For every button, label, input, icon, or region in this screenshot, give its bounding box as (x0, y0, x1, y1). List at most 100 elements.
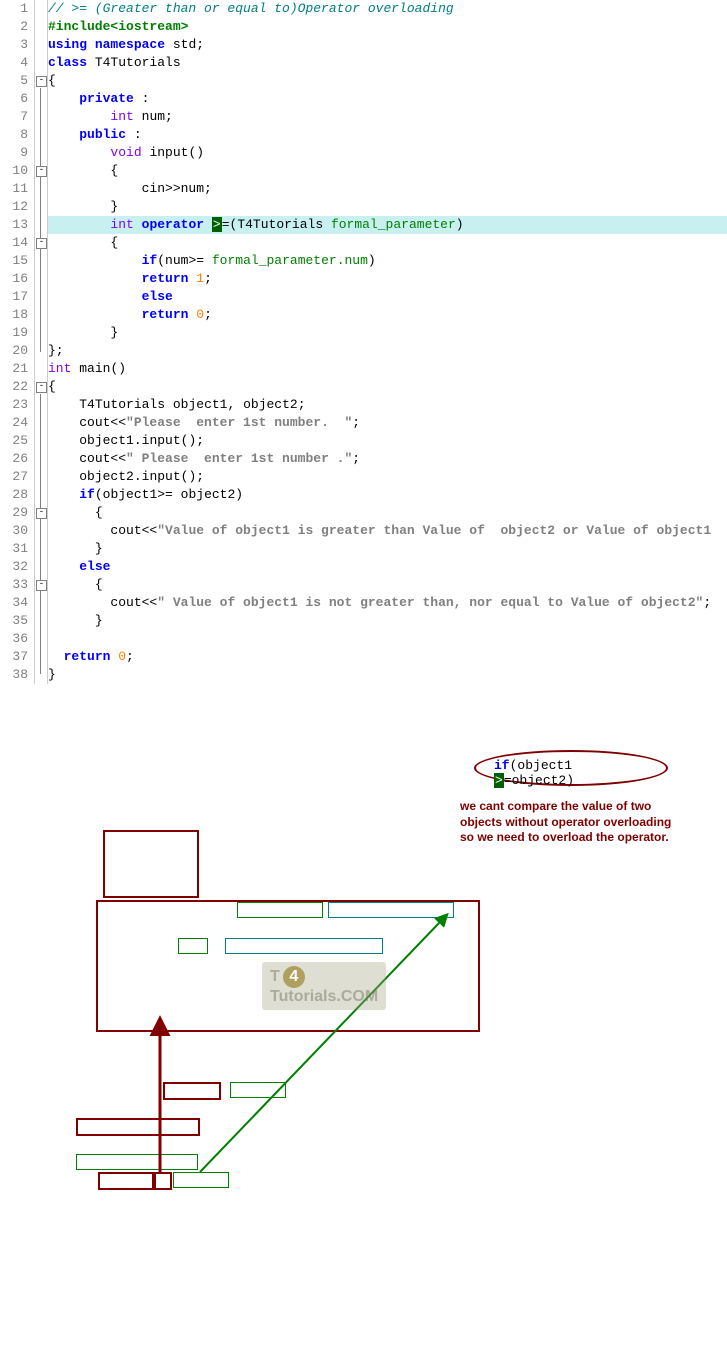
code-line: return 0; (48, 648, 727, 666)
code-line: return 1; (48, 270, 727, 288)
fold-column: - - - - - - (34, 0, 48, 684)
annotation-box-classname (237, 902, 323, 918)
annotation-ellipse-text: if(object1 >=object2) (494, 758, 574, 788)
code-line: else (48, 288, 727, 306)
code-line: int main() (48, 360, 727, 378)
line-number: 32 (0, 558, 28, 576)
line-number: 35 (0, 612, 28, 630)
line-number: 7 (0, 108, 28, 126)
line-number: 13 (0, 216, 28, 234)
code-line: } (48, 198, 727, 216)
line-number: 29 (0, 504, 28, 522)
line-number: 34 (0, 594, 28, 612)
fold-toggle[interactable]: - (36, 382, 47, 393)
code-line: using namespace std; (48, 36, 727, 54)
line-number: 15 (0, 252, 28, 270)
code-line: } (48, 324, 727, 342)
code-line: int num; (48, 108, 727, 126)
line-number: 4 (0, 54, 28, 72)
line-number: 22 (0, 378, 28, 396)
fold-toggle[interactable]: - (36, 238, 47, 249)
code-line: #include<iostream> (48, 18, 727, 36)
annotation-box-object2-if (173, 1172, 229, 1188)
annotation-box-object1-decl (163, 1082, 221, 1100)
line-number: 9 (0, 144, 28, 162)
annotation-box-op-if (152, 1172, 172, 1190)
annotation-box-param-num (225, 938, 383, 954)
code-line: if(num>= formal_parameter.num) (48, 252, 727, 270)
code-line: if(object1>= object2) (48, 486, 727, 504)
code-line: { (48, 234, 727, 252)
annotation-box-input-fn (103, 830, 199, 898)
line-number: 16 (0, 270, 28, 288)
line-number: 8 (0, 126, 28, 144)
line-number: 10 (0, 162, 28, 180)
line-number: 18 (0, 306, 28, 324)
code-line: class T4Tutorials (48, 54, 727, 72)
line-number: 28 (0, 486, 28, 504)
code-line: object2.input(); (48, 468, 727, 486)
annotation-box-param (328, 902, 454, 918)
code-editor: 1 2 3 4 5 6 7 8 9 10 11 12 13 14 15 16 1… (0, 0, 727, 684)
annotation-box-object1-input (76, 1118, 200, 1136)
fold-toggle[interactable]: - (36, 580, 47, 591)
code-line-highlighted: int operator >=(T4Tutorials formal_param… (48, 216, 727, 234)
line-number: 19 (0, 324, 28, 342)
line-number: 1 (0, 0, 28, 18)
code-line: { (48, 378, 727, 396)
code-line: cin>>num; (48, 180, 727, 198)
code-line: return 0; (48, 306, 727, 324)
line-number: 11 (0, 180, 28, 198)
code-area[interactable]: // >= (Greater than or equal to)Operator… (48, 0, 727, 684)
line-number: 5 (0, 72, 28, 90)
code-line: } (48, 612, 727, 630)
code-line: cout<<"Value of object1 is greater than … (48, 522, 727, 540)
code-line: cout<<"Please enter 1st number. "; (48, 414, 727, 432)
code-line: private : (48, 90, 727, 108)
line-number: 24 (0, 414, 28, 432)
line-number: 27 (0, 468, 28, 486)
code-line: } (48, 666, 727, 684)
code-line: cout<<" Please enter 1st number ."; (48, 450, 727, 468)
line-number: 38 (0, 666, 28, 684)
annotation-box-object2-decl (230, 1082, 286, 1098)
line-number-gutter: 1 2 3 4 5 6 7 8 9 10 11 12 13 14 15 16 1… (0, 0, 34, 684)
line-number: 14 (0, 234, 28, 252)
line-number: 12 (0, 198, 28, 216)
line-number: 3 (0, 36, 28, 54)
line-number: 17 (0, 288, 28, 306)
watermark: T4Tutorials.COM (262, 962, 386, 1010)
line-number: 6 (0, 90, 28, 108)
line-number: 30 (0, 522, 28, 540)
annotation-box-num (178, 938, 208, 954)
line-number: 23 (0, 396, 28, 414)
code-line: }; (48, 342, 727, 360)
code-line: cout<<" Value of object1 is not greater … (48, 594, 727, 612)
annotation-box-operator-fn (96, 900, 480, 1032)
line-number: 33 (0, 576, 28, 594)
line-number: 25 (0, 432, 28, 450)
code-line: void input() (48, 144, 727, 162)
line-number: 31 (0, 540, 28, 558)
code-line: else (48, 558, 727, 576)
code-line: { (48, 162, 727, 180)
annotation-arrows (0, 684, 727, 1372)
code-line: { (48, 504, 727, 522)
line-number: 21 (0, 360, 28, 378)
annotation-box-object1-if (98, 1172, 156, 1190)
code-line: object1.input(); (48, 432, 727, 450)
fold-toggle[interactable]: - (36, 166, 47, 177)
code-line: { (48, 576, 727, 594)
annotation-box-object2-input (76, 1154, 198, 1170)
code-line: } (48, 540, 727, 558)
code-line: { (48, 72, 727, 90)
code-line: public : (48, 126, 727, 144)
annotation-ellipse (474, 750, 668, 786)
fold-toggle[interactable]: - (36, 76, 47, 87)
fold-toggle[interactable]: - (36, 508, 47, 519)
line-number: 20 (0, 342, 28, 360)
code-line (48, 630, 727, 648)
code-line: // >= (Greater than or equal to)Operator… (48, 0, 727, 18)
code-line: T4Tutorials object1, object2; (48, 396, 727, 414)
annotation-note: we cant compare the value of two objects… (460, 799, 700, 846)
